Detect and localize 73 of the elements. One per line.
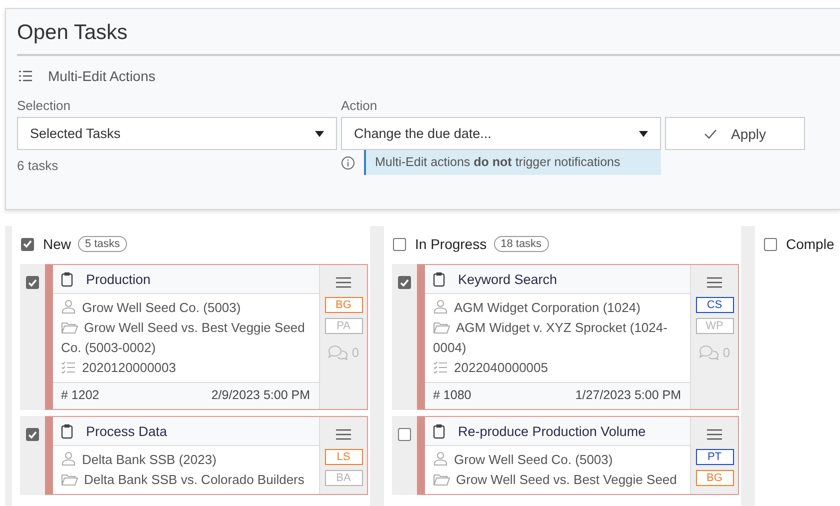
task-title[interactable]: Keyword Search [458, 272, 558, 286]
task-title[interactable]: Process Data [86, 424, 168, 438]
checkbox[interactable] [393, 238, 406, 250]
tag: BA [324, 470, 362, 486]
comments-icon [328, 345, 348, 360]
task-title[interactable]: Production [86, 272, 151, 286]
matter-name: AGM Widget v. XYZ Sprocket (1024-0004) [433, 319, 668, 357]
matter-name: Delta Bank SSB vs. Colorado Builders [61, 470, 311, 490]
folder-icon [433, 473, 450, 486]
task-count: 6 tasks [17, 157, 60, 175]
task-count-badge: 18 tasks [494, 236, 549, 252]
caret-icon [639, 130, 648, 136]
person-icon [433, 299, 448, 314]
column-title: In Progress [415, 236, 487, 252]
task-count-badge: 5 tasks [78, 236, 127, 252]
apply-button[interactable]: Apply [665, 117, 805, 150]
checkbox[interactable] [26, 428, 39, 441]
task-number: # 1202 [61, 388, 100, 402]
checkbox[interactable] [21, 238, 34, 250]
page-title: Open Tasks [17, 9, 840, 55]
task-number: # 1080 [433, 388, 472, 402]
section-heading: Multi-Edit Actions [48, 68, 156, 84]
task-card[interactable]: Re-produce Production Volume Grow Well Seed Co. (5003) Grow Well Seed vs. Best Veggie Seed PT BG [417, 416, 739, 495]
client-name: Grow Well Seed Co. (5003) [61, 298, 311, 318]
menu-icon[interactable] [707, 429, 722, 440]
check-icon [704, 128, 717, 138]
clipboard-icon [433, 424, 445, 438]
menu-icon[interactable] [336, 277, 351, 288]
field-label: Action [341, 98, 378, 115]
folder-icon [61, 321, 78, 334]
column-title: Comple [786, 236, 834, 252]
reference-number: 2020120000003 [61, 358, 311, 378]
checkbox[interactable] [764, 238, 777, 250]
checkbox[interactable] [398, 276, 411, 289]
clipboard-icon [61, 424, 73, 438]
due-date: 2/9/2023 5:00 PM [211, 388, 310, 402]
person-icon [61, 299, 76, 314]
comments-icon [698, 345, 719, 360]
folder-icon [433, 321, 450, 334]
column-title: New [43, 236, 72, 252]
person-icon [433, 451, 448, 466]
reference-number: 2022040000005 [433, 358, 682, 378]
checkbox[interactable] [398, 428, 411, 441]
info-icon [341, 156, 355, 170]
checkbox[interactable] [26, 276, 39, 289]
tag: BG [324, 297, 362, 313]
due-date: 1/27/2023 5:00 PM [575, 388, 681, 402]
dropdown[interactable]: Change the due date... [341, 117, 661, 150]
tag: PT [696, 449, 734, 465]
matter-name: Grow Well Seed vs. Best Veggie Seed Co. (5003-0002) [61, 319, 306, 357]
clipboard-icon [61, 272, 73, 286]
checklist-icon [433, 361, 448, 374]
client-name: Delta Bank SSB (2023) [61, 450, 311, 470]
client-name: AGM Widget Corporation (1024) [433, 298, 682, 318]
caret-icon [315, 130, 324, 136]
folder-icon [61, 473, 78, 486]
tag: BG [696, 470, 734, 486]
matter-name: Grow Well Seed vs. Best Veggie Seed [433, 470, 682, 490]
tag: PA [324, 318, 362, 334]
clipboard-icon [433, 272, 445, 286]
field-label: Selection [17, 98, 72, 115]
task-card[interactable]: Process Data Delta Bank SSB (2023) Delta Bank SSB vs. Colorado Builders LS BA [45, 416, 368, 495]
tag: LS [324, 449, 362, 465]
tag: WP [696, 318, 734, 334]
client-name: Grow Well Seed Co. (5003) [433, 450, 682, 470]
tag: CS [696, 297, 734, 313]
list-icon [18, 70, 33, 82]
info-note: Multi-Edit actions do not trigger notifications [364, 150, 661, 175]
person-icon [61, 451, 76, 466]
dropdown[interactable]: Selected Tasks [17, 117, 337, 150]
menu-icon[interactable] [707, 277, 722, 288]
checklist-icon [61, 361, 76, 374]
menu-icon[interactable] [336, 429, 351, 440]
